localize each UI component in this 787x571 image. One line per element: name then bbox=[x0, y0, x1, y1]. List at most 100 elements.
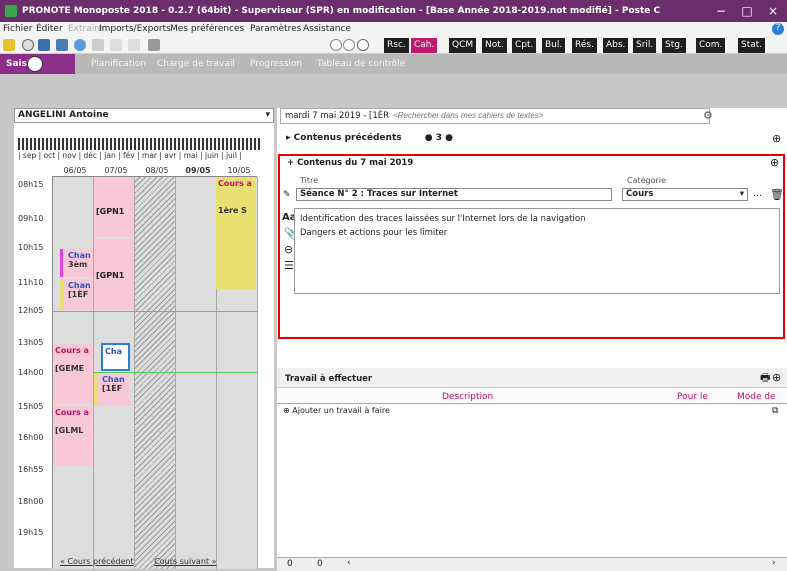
day-label: 06/05 bbox=[63, 166, 87, 175]
hour-label: 11h10 bbox=[18, 278, 44, 287]
course-label: 1ère S bbox=[218, 206, 247, 215]
zoom-icon[interactable]: ⊕ bbox=[770, 157, 779, 168]
at-icon[interactable] bbox=[74, 39, 86, 51]
menu-editer[interactable]: Éditer bbox=[36, 24, 63, 34]
course-block[interactable]: [GPN1 bbox=[94, 177, 134, 237]
copy-icon[interactable]: ⧉ bbox=[772, 406, 778, 417]
course-label: Chan bbox=[68, 281, 91, 290]
close-button[interactable]: × bbox=[761, 0, 785, 22]
course-block[interactable]: [GPN1 bbox=[94, 239, 134, 309]
back-icon[interactable] bbox=[330, 39, 342, 51]
hour-label: 19h15 bbox=[18, 528, 44, 537]
maximize-button[interactable]: □ bbox=[735, 0, 759, 22]
tab-planification[interactable]: Planification bbox=[86, 54, 151, 74]
tool-abs[interactable]: Abs. bbox=[603, 38, 629, 53]
course-label: [1ÈF bbox=[68, 290, 89, 299]
column-due-date[interactable]: Pour le bbox=[677, 392, 708, 402]
menu-imports-exports[interactable]: Imports/Exports bbox=[99, 24, 171, 34]
hour-label: 13h05 bbox=[18, 338, 44, 347]
list-icon[interactable] bbox=[128, 39, 140, 51]
course-label: Cours a bbox=[218, 179, 252, 188]
tab-tableau-controle[interactable]: Tableau de contrôle bbox=[312, 54, 410, 74]
save-icon[interactable] bbox=[38, 39, 50, 51]
menu-extraire: Extraire bbox=[68, 24, 104, 34]
tool-com[interactable]: Com. bbox=[696, 38, 726, 53]
tool-qcm[interactable]: QCM bbox=[449, 38, 477, 53]
scroll-left-icon[interactable]: ‹ bbox=[347, 558, 351, 568]
course-label: [GPN1 bbox=[96, 271, 125, 280]
print-icon[interactable]: 🖶 bbox=[760, 372, 770, 383]
previous-contents-toggle[interactable]: ▸ Contenus précédents ● 3 ● bbox=[286, 133, 486, 143]
course-block[interactable]: Cours a 1ère S bbox=[216, 177, 256, 289]
search-icon[interactable] bbox=[22, 39, 34, 51]
tool-cpt[interactable]: Cpt. bbox=[512, 38, 537, 53]
help-icon[interactable]: ? bbox=[772, 23, 784, 35]
zoom-icon[interactable]: ⊕ bbox=[772, 372, 781, 383]
delete-icon[interactable]: 🗑 bbox=[770, 189, 784, 200]
course-block[interactable]: Chan 3èm bbox=[60, 249, 93, 277]
grid-icon[interactable] bbox=[110, 39, 122, 51]
day-column bbox=[176, 177, 217, 569]
chart-icon[interactable] bbox=[148, 39, 160, 51]
menu-parametres[interactable]: Paramètres bbox=[250, 24, 301, 34]
tool-not[interactable]: Not. bbox=[482, 38, 507, 53]
more-icon[interactable]: … bbox=[753, 189, 762, 200]
hour-label: 14h00 bbox=[18, 368, 44, 377]
tool-stat[interactable]: Stat. bbox=[738, 38, 766, 53]
category-select[interactable]: Cours ▾ bbox=[622, 188, 748, 201]
navigation-tabs: Saisie Planification Charge de travail P… bbox=[0, 54, 787, 74]
forward-icon[interactable] bbox=[343, 39, 355, 51]
tool-cah[interactable]: Cah. bbox=[411, 38, 438, 53]
search-input[interactable] bbox=[393, 111, 544, 120]
menu-preferences[interactable]: Mes préférences bbox=[170, 24, 244, 34]
next-course-link[interactable]: Cours suivant » bbox=[154, 557, 216, 566]
course-label: 3èm bbox=[68, 260, 88, 269]
print-icon[interactable] bbox=[56, 39, 68, 51]
settings-icon[interactable]: ⚙ bbox=[703, 110, 713, 121]
column-mode[interactable]: Mode de bbox=[737, 392, 776, 402]
hour-label: 15h05 bbox=[18, 402, 44, 411]
tool-res[interactable]: Rés. bbox=[572, 38, 597, 53]
tab-charge-travail[interactable]: Charge de travail bbox=[152, 54, 240, 74]
previous-course-link[interactable]: « Cours précédent bbox=[60, 557, 134, 566]
hour-label: 09h10 bbox=[18, 214, 44, 223]
course-block[interactable]: Chan [1ÈF bbox=[60, 279, 93, 309]
course-block[interactable]: Cours a [GEME bbox=[53, 344, 93, 404]
course-label: Chan bbox=[68, 251, 91, 260]
hour-label: 12h05 bbox=[18, 306, 44, 315]
forward-icon[interactable]: ● bbox=[445, 133, 453, 143]
tool-bul[interactable]: Bul. bbox=[542, 38, 566, 53]
course-block[interactable]: Cours a [GLML bbox=[53, 406, 93, 466]
chevron-down-icon[interactable]: ▾ bbox=[740, 189, 744, 200]
tab-progression[interactable]: Progression bbox=[245, 54, 307, 74]
homework-title: Travail à effectuer bbox=[285, 374, 373, 384]
teacher-selector[interactable]: ANGELINI Antoine ▾ bbox=[14, 108, 274, 123]
minimize-button[interactable]: − bbox=[709, 0, 733, 22]
edit-icon[interactable]: ✎ bbox=[283, 190, 291, 201]
contents-textarea[interactable]: Identification des traces laissées sur l… bbox=[294, 208, 780, 294]
title-field[interactable]: Séance N° 2 : Traces sur Internet bbox=[296, 188, 612, 201]
app-icon bbox=[5, 5, 17, 17]
tool-stg[interactable]: Stg. bbox=[662, 38, 686, 53]
tool-sril[interactable]: Sril. bbox=[633, 38, 657, 53]
menu-fichier[interactable]: Fichier bbox=[3, 24, 32, 34]
back-icon[interactable]: ● bbox=[425, 133, 433, 143]
selected-course-block[interactable]: Cha bbox=[101, 343, 130, 371]
link-icon[interactable]: ⊖ bbox=[284, 244, 293, 255]
zoom-icon[interactable] bbox=[357, 39, 369, 51]
list-icon[interactable]: ☰ bbox=[284, 260, 294, 271]
add-homework-row[interactable]: ⊕ Ajouter un travail à faire bbox=[283, 406, 390, 415]
chevron-down-icon[interactable]: ▾ bbox=[265, 109, 270, 122]
scroll-right-icon[interactable]: › bbox=[772, 558, 776, 568]
column-description[interactable]: Description bbox=[442, 392, 493, 402]
course-block[interactable]: Chan [1ÈF bbox=[94, 373, 130, 406]
mail-icon[interactable] bbox=[92, 39, 104, 51]
date-bar: mardi 7 mai 2019 - [1ÈR bbox=[280, 108, 710, 124]
plus-icon: ⊕ bbox=[283, 406, 290, 415]
zoom-icon[interactable]: ⊕ bbox=[772, 133, 781, 144]
hour-label: 16h00 bbox=[18, 433, 44, 442]
user-icon[interactable] bbox=[3, 39, 15, 51]
week-timeline[interactable] bbox=[18, 138, 262, 150]
menu-assistance[interactable]: Assistance bbox=[303, 24, 351, 34]
tool-rsc[interactable]: Rsc. bbox=[384, 38, 409, 53]
